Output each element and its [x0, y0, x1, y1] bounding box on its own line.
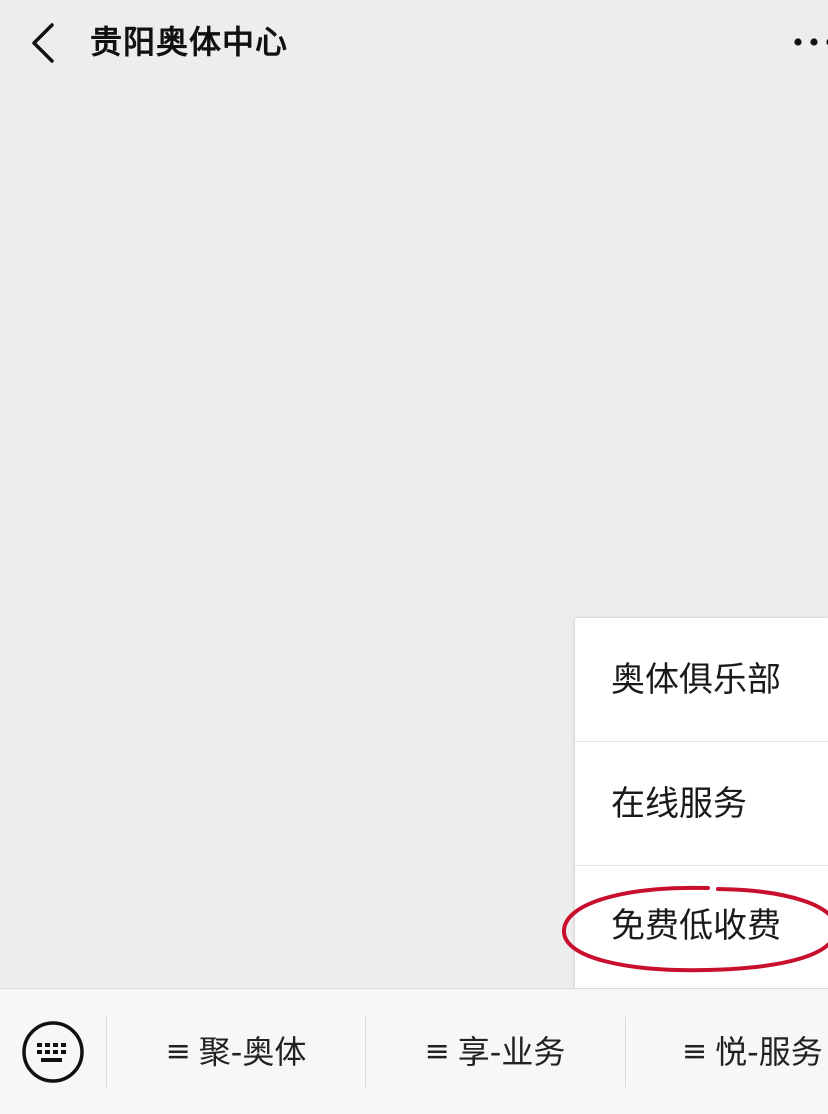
top-nav-bar: 贵阳奥体中心 — [0, 0, 828, 90]
menu-item-label: 在线服务 — [611, 784, 747, 824]
bottom-menu-bar: ≡ 聚-奥体 ≡ 享-业务 ≡ 悦-服务 — [0, 988, 828, 1114]
menu-item-free-low-fee[interactable]: 免费低收费 — [575, 866, 828, 989]
menu-item-label: 奥体俱乐部 — [611, 660, 781, 700]
menu-item-label: 免费低收费 — [611, 906, 781, 946]
chevron-left-icon — [32, 23, 54, 63]
bottom-tab-xiang-yewu[interactable]: ≡ 享-业务 — [366, 1017, 624, 1087]
bottom-tab-yue-fuwu[interactable]: ≡ 悦-服务 — [626, 1017, 828, 1087]
bottom-tab-label: 聚-奥体 — [198, 1033, 307, 1071]
page-title: 贵阳奥体中心 — [90, 23, 289, 61]
more-dots-icon — [794, 38, 828, 46]
back-button[interactable] — [18, 16, 68, 70]
popup-submenu: 奥体俱乐部 在线服务 免费低收费 — [575, 618, 828, 988]
bottom-tab-ju-aoti[interactable]: ≡ 聚-奥体 — [107, 1017, 365, 1087]
menu-lines-icon: ≡ — [682, 1034, 708, 1069]
more-button[interactable] — [788, 28, 828, 58]
keyboard-icon — [22, 1021, 84, 1083]
menu-lines-icon: ≡ — [165, 1034, 191, 1069]
menu-item-online-service[interactable]: 在线服务 — [575, 742, 828, 865]
bottom-tab-label: 享-业务 — [457, 1033, 566, 1071]
bottom-tab-label: 悦-服务 — [715, 1033, 823, 1071]
keyboard-toggle-button[interactable] — [20, 1019, 86, 1085]
menu-lines-icon: ≡ — [424, 1034, 450, 1069]
menu-item-club[interactable]: 奥体俱乐部 — [575, 618, 828, 741]
